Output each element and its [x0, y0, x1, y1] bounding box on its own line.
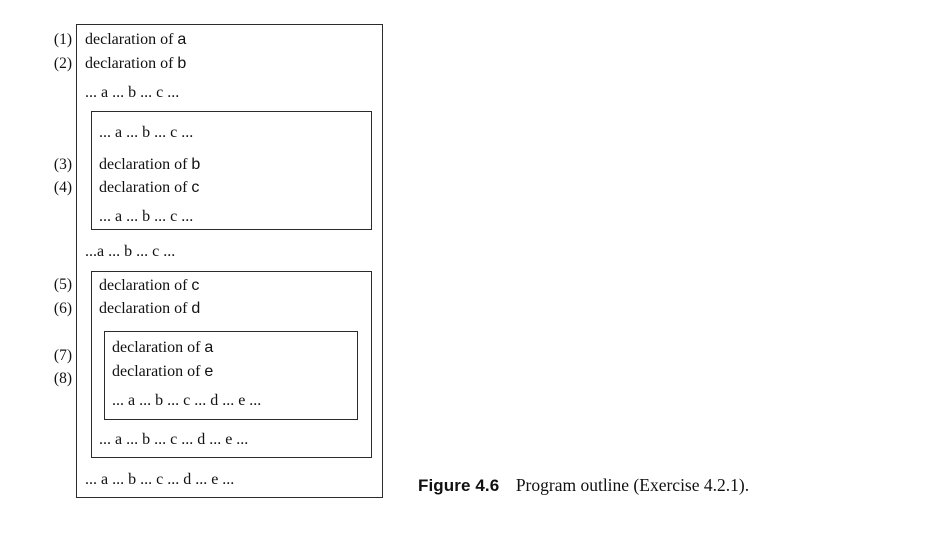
- declaration-line: declaration of e: [112, 363, 213, 381]
- declaration-keyword: declaration of: [85, 55, 174, 72]
- reference-line: ... a ... b ... c ...: [99, 124, 194, 141]
- declared-identifier: c: [191, 277, 200, 294]
- declared-identifier: c: [191, 179, 200, 196]
- declaration-line: declaration of b: [99, 156, 200, 174]
- declaration-keyword: declaration of: [112, 363, 201, 380]
- declaration-keyword: declaration of: [112, 339, 201, 356]
- line-number: (2): [53, 55, 72, 72]
- reference-line: ... a ... b ... c ...: [85, 84, 180, 101]
- reference-line: ... a ... b ... c ... d ... e ...: [99, 431, 249, 448]
- declared-identifier: b: [191, 156, 201, 173]
- declaration-keyword: declaration of: [99, 156, 188, 173]
- reference-line: ... a ... b ... c ... d ... e ...: [85, 471, 235, 488]
- declaration-line: declaration of d: [99, 300, 200, 318]
- declared-identifier: d: [191, 300, 201, 317]
- line-number: (3): [53, 156, 72, 173]
- declared-identifier: e: [204, 363, 214, 380]
- declaration-line: declaration of c: [99, 179, 199, 197]
- figure-caption: Figure 4.6 Program outline (Exercise 4.2…: [418, 474, 749, 497]
- line-number-gutter: (1) (2) (3) (4) (5) (6) (7) (8): [30, 0, 76, 541]
- declared-identifier: a: [177, 31, 187, 48]
- figure-number: Figure 4.6: [418, 476, 500, 495]
- reference-line: ... a ... b ... c ... d ... e ...: [112, 392, 262, 409]
- reference-line: ...a ... b ... c ...: [85, 243, 176, 260]
- line-number: (4): [53, 179, 72, 196]
- line-number: (8): [53, 370, 72, 387]
- declaration-keyword: declaration of: [85, 31, 174, 48]
- program-outline-figure: (1) (2) (3) (4) (5) (6) (7) (8) declarat…: [0, 0, 420, 541]
- declaration-line: declaration of c: [99, 277, 199, 295]
- line-number: (6): [53, 300, 72, 317]
- reference-line: ... a ... b ... c ...: [99, 208, 194, 225]
- declaration-line: declaration of a: [85, 31, 186, 49]
- declaration-line: declaration of a: [112, 339, 213, 357]
- figure-caption-text: Program outline (Exercise 4.2.1).: [515, 475, 750, 495]
- declaration-keyword: declaration of: [99, 179, 188, 196]
- declared-identifier: b: [177, 55, 187, 72]
- declaration-line: declaration of b: [85, 55, 186, 73]
- declaration-keyword: declaration of: [99, 300, 188, 317]
- line-number: (1): [53, 31, 72, 48]
- line-number: (7): [53, 347, 72, 364]
- declaration-keyword: declaration of: [99, 277, 188, 294]
- declared-identifier: a: [204, 339, 214, 356]
- line-number: (5): [53, 276, 72, 293]
